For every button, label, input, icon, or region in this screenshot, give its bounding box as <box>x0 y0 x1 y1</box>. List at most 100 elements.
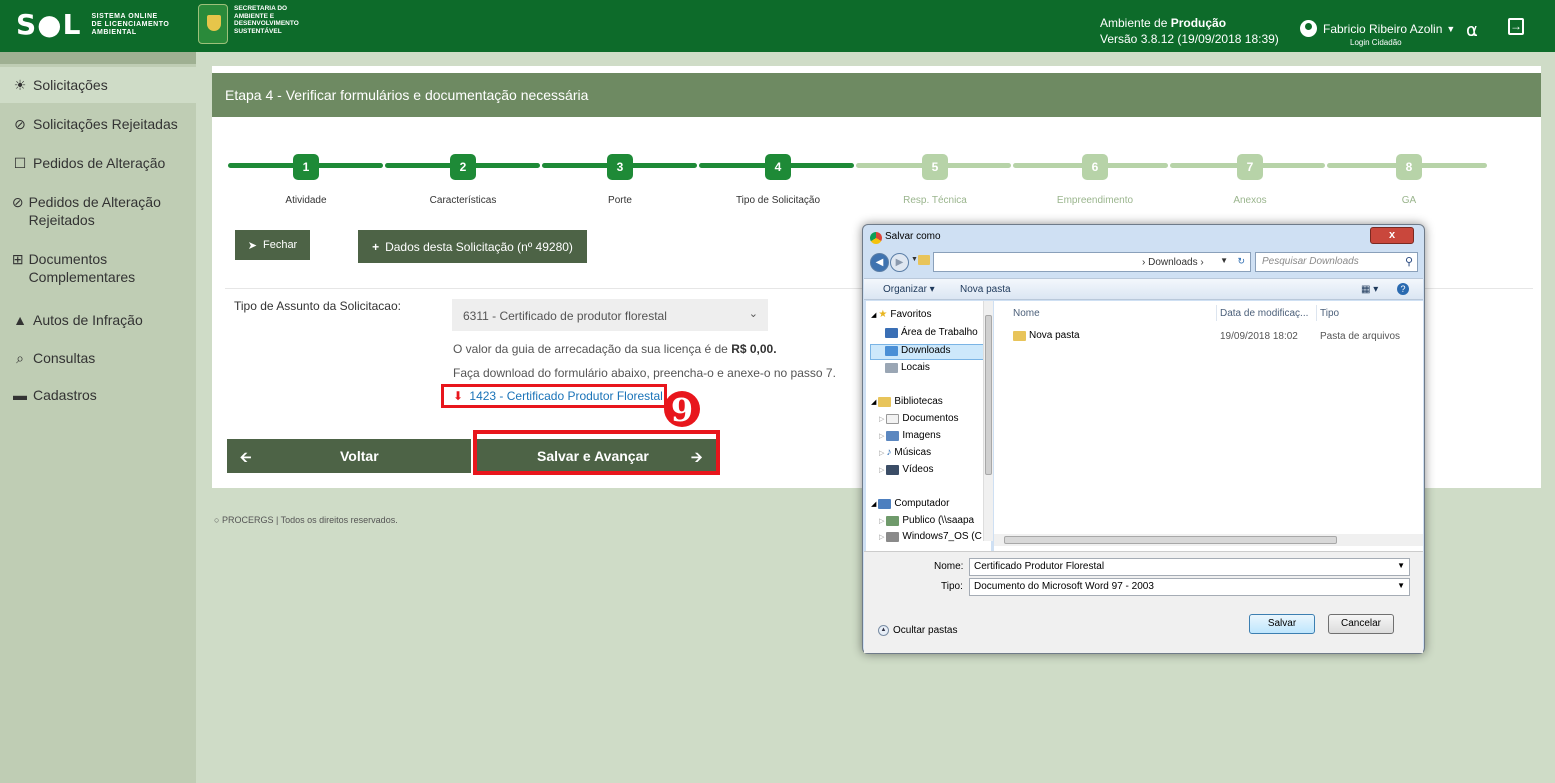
env-name: Produção <box>1170 16 1227 30</box>
chevron-down-icon[interactable]: ▼ <box>1397 561 1405 570</box>
file-list-scrollbar-thumb[interactable] <box>1004 536 1337 544</box>
tree-computador[interactable]: ◢ Computador <box>871 498 949 509</box>
disk-drive-icon <box>886 531 900 542</box>
column-header-tipo[interactable]: Tipo <box>1320 308 1339 319</box>
secretaria-name: SECRETARIA DO AMBIENTE E DESENVOLVIMENTO… <box>234 5 299 35</box>
tree-favoritos[interactable]: ◢ ★ Favoritos <box>871 309 931 320</box>
address-bar[interactable]: › Downloads › ▼ ↻ <box>933 252 1251 272</box>
step-3-dot[interactable]: 3 <box>607 154 633 180</box>
sidebar-item-pedidos-alteracao[interactable]: ☐ Pedidos de Alteração <box>11 154 166 172</box>
step-2-label: Características <box>429 195 497 206</box>
forward-arrow-icon[interactable]: ▶ <box>890 253 909 272</box>
videos-icon <box>886 464 900 475</box>
filetype-value: Documento do Microsoft Word 97 - 2003 <box>974 581 1154 592</box>
fechar-button[interactable]: ➤ Fechar <box>235 230 310 260</box>
recent-dropdown-icon[interactable]: ▼ <box>911 256 918 263</box>
computer-icon <box>878 498 892 509</box>
step-7-dot: 7 <box>1237 154 1263 180</box>
user-menu[interactable]: Fabricio Ribeiro Azolin ▼ <box>1300 20 1455 37</box>
logo-subtitle: SISTEMA ONLINE DE LICENCIAMENTO AMBIENTA… <box>91 13 169 37</box>
download-form-link[interactable]: ⬇ 1423 - Certificado Produtor Florestal <box>441 384 667 408</box>
sidebar-item-pedidos-alteracao-rejeitados[interactable]: ⊘ Pedidos de Alteração Rejeitados <box>11 193 181 229</box>
dados-solicitacao-button[interactable]: + Dados desta Solicitação (nº 49280) <box>358 230 587 263</box>
version-label: Versão 3.8.12 (19/09/2018 18:39) <box>1100 32 1279 46</box>
organizar-menu[interactable]: Organizar ▾ <box>883 284 935 295</box>
search-downloads-input[interactable]: Pesquisar Downloads ⚲ <box>1255 252 1418 272</box>
refresh-icon[interactable]: ↻ <box>1237 256 1245 267</box>
step-1-dot[interactable]: 1 <box>293 154 319 180</box>
tree-windows[interactable]: ▷ Windows7_OS (C <box>879 531 982 542</box>
step-4-dot[interactable]: 4 <box>765 154 791 180</box>
help-icon[interactable]: ? <box>1397 283 1409 295</box>
address-path: › Downloads › <box>1142 257 1204 268</box>
sidebar-item-autos-infracao[interactable]: ▲ Autos de Infração <box>11 311 143 329</box>
column-header-data[interactable]: Data de modificaç... <box>1220 308 1308 319</box>
tree-publico[interactable]: ▷ Publico (\\saapa <box>879 515 974 526</box>
secretaria-line: SECRETARIA DO <box>234 5 288 12</box>
tree-downloads[interactable]: Downloads <box>885 345 950 356</box>
column-separator[interactable] <box>1216 305 1217 321</box>
tree-label: Computador <box>894 498 950 509</box>
sidebar-item-solicitacoes-rejeitadas[interactable]: ⊘ Solicitações Rejeitadas <box>11 115 178 133</box>
tree-musicas[interactable]: ▷ ♪ Músicas <box>879 447 931 458</box>
notification-bell-icon[interactable]: ⍺ <box>1466 20 1478 41</box>
tree-label: Bibliotecas <box>894 396 943 407</box>
sidebar-item-solicitacoes[interactable]: ☀ Solicitações <box>11 76 108 94</box>
tree-scrollbar[interactable] <box>983 301 993 541</box>
filename-value: Certificado Produtor Florestal <box>974 561 1105 572</box>
tree-locais[interactable]: Locais <box>885 362 930 373</box>
search-icon: ⌕ <box>16 350 24 366</box>
sun-icon: ☀ <box>13 77 27 93</box>
dialog-save-button[interactable]: Salvar <box>1249 614 1315 634</box>
voltar-button[interactable]: 🡨 Voltar <box>227 439 471 473</box>
assunto-select[interactable]: 6311 - Certificado de produtor florestal… <box>452 299 768 331</box>
logout-icon[interactable]: → <box>1508 18 1524 35</box>
step-8-label: GA <box>1401 195 1417 206</box>
file-list-scrollbar[interactable] <box>994 534 1423 546</box>
step-2-dot[interactable]: 2 <box>450 154 476 180</box>
sidebar-item-cadastros[interactable]: ▬ Cadastros <box>11 386 97 404</box>
sidebar-item-documentos-complementares[interactable]: ⊞ Documentos Complementares <box>11 250 171 286</box>
plus-icon: + <box>372 239 380 254</box>
sidebar: ☀ Solicitações ⊘ Solicitações Rejeitadas… <box>0 52 196 783</box>
column-header-nome[interactable]: Nome <box>1013 308 1040 319</box>
sol-logo[interactable]: S●L SISTEMA ONLINE DE LICENCIAMENTO AMBI… <box>16 10 169 40</box>
sidebar-item-consultas[interactable]: ⌕ Consultas <box>11 349 95 367</box>
close-button[interactable]: x <box>1370 227 1414 244</box>
column-separator[interactable] <box>1316 305 1317 321</box>
dialog-cancel-button[interactable]: Cancelar <box>1328 614 1394 634</box>
tree-area-trabalho[interactable]: Área de Trabalho <box>885 327 978 338</box>
tree-documentos[interactable]: ▷ Documentos <box>879 413 959 424</box>
tree-label: Favoritos <box>890 309 932 320</box>
top-header: S●L SISTEMA ONLINE DE LICENCIAMENTO AMBI… <box>0 0 1555 52</box>
environment-info: Ambiente de Produção Versão 3.8.12 (19/0… <box>1100 15 1279 47</box>
secretaria-line: SUSTENTÁVEL <box>234 27 282 35</box>
sidebar-item-label: Solicitações <box>33 77 108 93</box>
tree-label: Locais <box>901 362 930 373</box>
tree-videos[interactable]: ▷ Vídeos <box>879 464 934 475</box>
file-type: Pasta de arquivos <box>1320 331 1401 342</box>
step-8-dot: 8 <box>1396 154 1422 180</box>
file-row[interactable]: Nova pasta <box>1013 330 1080 341</box>
warning-icon: ▲ <box>13 312 27 328</box>
back-arrow-icon[interactable]: ◀ <box>870 253 889 272</box>
search-icon: ⚲ <box>1404 256 1413 268</box>
nova-pasta-button[interactable]: Nova pasta <box>960 284 1011 295</box>
view-options-icon[interactable]: ▦ ▾ <box>1361 284 1378 295</box>
expand-arrow-icon: ▷ <box>879 517 885 525</box>
tree-label: Imagens <box>902 430 941 441</box>
tree-bibliotecas[interactable]: ◢ Bibliotecas <box>871 396 943 407</box>
arrow-left-circle-icon: ➤ <box>247 239 257 252</box>
tree-label: Documentos <box>902 413 959 424</box>
ocultar-pastas-toggle[interactable]: ▲ Ocultar pastas <box>878 625 957 636</box>
tree-imagens[interactable]: ▷ Imagens <box>879 430 941 441</box>
footer: ○ PROCERGS | Todos os direitos reservado… <box>214 515 398 525</box>
step-number-badge: 9 <box>664 391 700 429</box>
chevron-down-icon[interactable]: ▼ <box>1220 256 1228 265</box>
filetype-select[interactable]: Documento do Microsoft Word 97 - 2003 ▼ <box>969 578 1410 596</box>
login-type: Login Cidadão <box>1350 38 1402 47</box>
tree-scrollbar-thumb[interactable] <box>985 315 992 475</box>
chevron-down-icon[interactable]: ▼ <box>1397 581 1405 590</box>
filename-input[interactable]: Certificado Produtor Florestal ▼ <box>969 558 1410 576</box>
valor-guia-text: O valor da guia de arrecadação da sua li… <box>453 342 777 356</box>
